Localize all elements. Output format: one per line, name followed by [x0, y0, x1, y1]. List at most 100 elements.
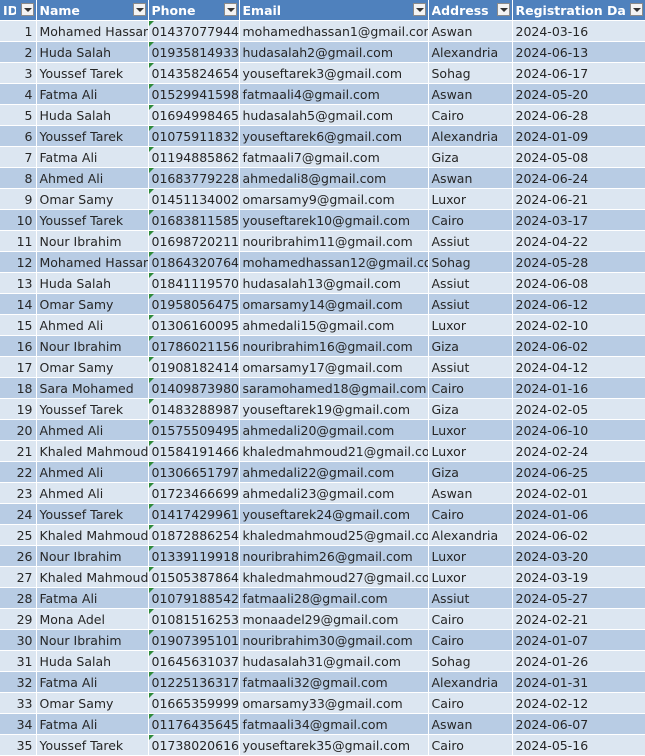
- address-cell[interactable]: Aswan: [428, 167, 513, 189]
- name-cell[interactable]: Khaled Mahmoud: [36, 524, 149, 546]
- column-header-address[interactable]: Address: [428, 0, 513, 21]
- id-cell[interactable]: 12: [0, 251, 37, 273]
- address-cell[interactable]: Alexandria: [428, 41, 513, 63]
- date-cell[interactable]: 2024-03-19: [512, 566, 645, 588]
- date-cell[interactable]: 2024-01-07: [512, 629, 645, 651]
- phone-cell[interactable]: 01409873980: [148, 377, 240, 399]
- date-cell[interactable]: 2024-06-21: [512, 188, 645, 210]
- address-cell[interactable]: Assiut: [428, 587, 513, 609]
- email-cell[interactable]: ahmedali23@gmail.com: [239, 482, 429, 504]
- date-cell[interactable]: 2024-06-02: [512, 335, 645, 357]
- name-cell[interactable]: Ahmed Ali: [36, 167, 149, 189]
- email-cell[interactable]: hudasalah13@gmail.com: [239, 272, 429, 294]
- address-cell[interactable]: Aswan: [428, 20, 513, 42]
- address-cell[interactable]: Sohag: [428, 251, 513, 273]
- email-cell[interactable]: khaledmahmoud21@gmail.com: [239, 440, 429, 462]
- id-cell[interactable]: 10: [0, 209, 37, 231]
- id-cell[interactable]: 26: [0, 545, 37, 567]
- email-cell[interactable]: monaadel29@gmail.com: [239, 608, 429, 630]
- email-cell[interactable]: khaledmahmoud25@gmail.com: [239, 524, 429, 546]
- id-cell[interactable]: 4: [0, 83, 37, 105]
- name-cell[interactable]: Omar Samy: [36, 293, 149, 315]
- name-cell[interactable]: Youssef Tarek: [36, 125, 149, 147]
- address-cell[interactable]: Assiut: [428, 293, 513, 315]
- phone-cell[interactable]: 01738020616: [148, 734, 240, 756]
- id-cell[interactable]: 32: [0, 671, 37, 693]
- name-cell[interactable]: Youssef Tarek: [36, 398, 149, 420]
- date-cell[interactable]: 2024-04-22: [512, 230, 645, 252]
- address-cell[interactable]: Giza: [428, 398, 513, 420]
- date-cell[interactable]: 2024-02-24: [512, 440, 645, 462]
- id-cell[interactable]: 2: [0, 41, 37, 63]
- date-cell[interactable]: 2024-04-12: [512, 356, 645, 378]
- email-cell[interactable]: fatmaali32@gmail.com: [239, 671, 429, 693]
- phone-cell[interactable]: 01437077944: [148, 20, 240, 42]
- email-cell[interactable]: nouribrahim11@gmail.com: [239, 230, 429, 252]
- id-cell[interactable]: 9: [0, 188, 37, 210]
- name-cell[interactable]: Sara Mohamed: [36, 377, 149, 399]
- email-cell[interactable]: saramohamed18@gmail.com: [239, 377, 429, 399]
- phone-cell[interactable]: 01529941598: [148, 83, 240, 105]
- address-cell[interactable]: Giza: [428, 146, 513, 168]
- id-cell[interactable]: 6: [0, 125, 37, 147]
- address-cell[interactable]: Sohag: [428, 650, 513, 672]
- name-cell[interactable]: Huda Salah: [36, 272, 149, 294]
- filter-dropdown-icon[interactable]: [20, 3, 34, 16]
- email-cell[interactable]: mohamedhassan12@gmail.com: [239, 251, 429, 273]
- phone-cell[interactable]: 01079188542: [148, 587, 240, 609]
- id-cell[interactable]: 7: [0, 146, 37, 168]
- id-cell[interactable]: 31: [0, 650, 37, 672]
- id-cell[interactable]: 25: [0, 524, 37, 546]
- phone-cell[interactable]: 01935814933: [148, 41, 240, 63]
- phone-cell[interactable]: 01683811585: [148, 209, 240, 231]
- email-cell[interactable]: youseftarek10@gmail.com: [239, 209, 429, 231]
- address-cell[interactable]: Cairo: [428, 692, 513, 714]
- date-cell[interactable]: 2024-06-12: [512, 293, 645, 315]
- phone-cell[interactable]: 01841119570: [148, 272, 240, 294]
- date-cell[interactable]: 2024-02-01: [512, 482, 645, 504]
- phone-cell[interactable]: 01698720211: [148, 230, 240, 252]
- name-cell[interactable]: Nour Ibrahim: [36, 545, 149, 567]
- id-cell[interactable]: 16: [0, 335, 37, 357]
- name-cell[interactable]: Nour Ibrahim: [36, 335, 149, 357]
- email-cell[interactable]: omarsamy33@gmail.com: [239, 692, 429, 714]
- address-cell[interactable]: Luxor: [428, 545, 513, 567]
- email-cell[interactable]: omarsamy9@gmail.com: [239, 188, 429, 210]
- filter-dropdown-icon[interactable]: [629, 3, 643, 16]
- id-cell[interactable]: 30: [0, 629, 37, 651]
- address-cell[interactable]: Assiut: [428, 356, 513, 378]
- date-cell[interactable]: 2024-02-21: [512, 608, 645, 630]
- name-cell[interactable]: Youssef Tarek: [36, 209, 149, 231]
- email-cell[interactable]: fatmaali28@gmail.com: [239, 587, 429, 609]
- date-cell[interactable]: 2024-06-24: [512, 167, 645, 189]
- name-cell[interactable]: Nour Ibrahim: [36, 230, 149, 252]
- date-cell[interactable]: 2024-06-25: [512, 461, 645, 483]
- name-cell[interactable]: Mona Adel: [36, 608, 149, 630]
- date-cell[interactable]: 2024-06-02: [512, 524, 645, 546]
- date-cell[interactable]: 2024-03-16: [512, 20, 645, 42]
- email-cell[interactable]: fatmaali7@gmail.com: [239, 146, 429, 168]
- name-cell[interactable]: Khaled Mahmoud: [36, 566, 149, 588]
- date-cell[interactable]: 2024-06-07: [512, 713, 645, 735]
- address-cell[interactable]: Alexandria: [428, 524, 513, 546]
- phone-cell[interactable]: 01864320764: [148, 251, 240, 273]
- id-cell[interactable]: 14: [0, 293, 37, 315]
- date-cell[interactable]: 2024-01-06: [512, 503, 645, 525]
- phone-cell[interactable]: 01417429961: [148, 503, 240, 525]
- phone-cell[interactable]: 01645631037: [148, 650, 240, 672]
- address-cell[interactable]: Luxor: [428, 440, 513, 462]
- name-cell[interactable]: Youssef Tarek: [36, 734, 149, 756]
- email-cell[interactable]: youseftarek24@gmail.com: [239, 503, 429, 525]
- filter-dropdown-icon[interactable]: [223, 3, 237, 16]
- id-cell[interactable]: 17: [0, 356, 37, 378]
- email-cell[interactable]: youseftarek35@gmail.com: [239, 734, 429, 756]
- filter-dropdown-icon[interactable]: [132, 3, 146, 16]
- id-cell[interactable]: 28: [0, 587, 37, 609]
- date-cell[interactable]: 2024-06-10: [512, 419, 645, 441]
- id-cell[interactable]: 8: [0, 167, 37, 189]
- address-cell[interactable]: Aswan: [428, 482, 513, 504]
- email-cell[interactable]: ahmedali8@gmail.com: [239, 167, 429, 189]
- address-cell[interactable]: Sohag: [428, 62, 513, 84]
- address-cell[interactable]: Cairo: [428, 629, 513, 651]
- email-cell[interactable]: fatmaali4@gmail.com: [239, 83, 429, 105]
